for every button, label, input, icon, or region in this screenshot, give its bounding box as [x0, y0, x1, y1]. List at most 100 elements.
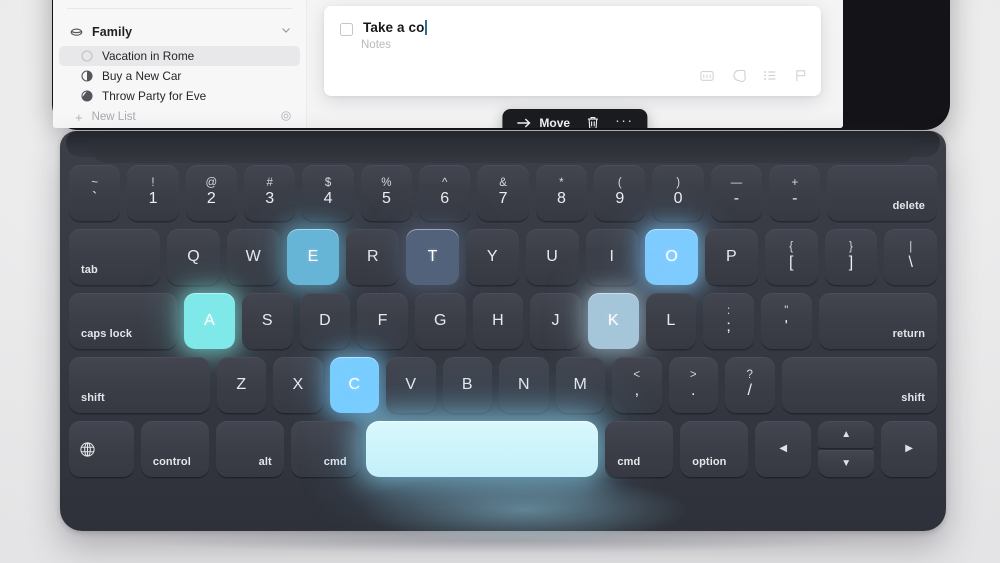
new-list-button[interactable]: + New List	[53, 106, 306, 128]
move-button-label: Move	[539, 115, 571, 129]
key-return[interactable]: return	[818, 293, 938, 349]
key-shift-right[interactable]: shift	[781, 357, 937, 413]
chevron-down-icon[interactable]	[280, 23, 292, 41]
key-tab[interactable]: tab	[69, 229, 161, 285]
key-semicolon[interactable]: :;	[703, 293, 754, 349]
key-Y[interactable]: Y	[465, 229, 519, 285]
key-slash[interactable]: ? /	[725, 357, 775, 413]
note-card[interactable]: Take a co Notes	[324, 6, 821, 96]
key-period[interactable]: >.	[668, 357, 719, 413]
key-T[interactable]: T	[406, 229, 459, 285]
sidebar-item-throw-party-for-eve[interactable]: Throw Party for Eve	[59, 86, 300, 106]
ellipsis-icon[interactable]: ···	[615, 113, 634, 128]
key-L[interactable]: L	[645, 293, 697, 349]
key-6[interactable]: ^ 6	[419, 165, 471, 221]
key-0[interactable]: ) 0	[652, 165, 704, 221]
key-S[interactable]: S	[241, 293, 293, 349]
key-shift-left[interactable]: shift	[69, 357, 210, 413]
key-I[interactable]: I	[585, 229, 639, 285]
note-title-input[interactable]: Take a co	[363, 20, 427, 35]
key-D[interactable]: D	[299, 293, 351, 349]
sidebar-group-family[interactable]: Family	[53, 18, 306, 46]
key-F[interactable]: F	[357, 293, 408, 349]
key-space[interactable]	[365, 421, 599, 477]
key-P[interactable]: P	[705, 229, 758, 285]
key-Q[interactable]: Q	[167, 229, 220, 285]
arrow-right-icon	[516, 117, 531, 129]
key-5[interactable]: % 5	[360, 165, 413, 221]
key-N[interactable]: N	[499, 357, 549, 413]
gear-icon[interactable]	[280, 110, 292, 125]
key-delete[interactable]: delete	[827, 165, 938, 221]
key-O[interactable]: O	[645, 229, 699, 285]
key-minus[interactable]: — -	[710, 165, 763, 221]
progress-ring-empty-icon	[81, 50, 93, 62]
key-1[interactable]: ! 1	[127, 165, 179, 221]
key-W[interactable]: W	[226, 229, 280, 285]
key-equal[interactable]: + -	[769, 165, 821, 221]
key-cmd-left[interactable]: cmd	[290, 421, 359, 477]
note-checkbox[interactable]	[340, 23, 353, 36]
key-alt[interactable]: alt	[215, 421, 284, 477]
key-bottom-label: 5	[381, 189, 391, 207]
key-arrow-up[interactable]: ▲	[818, 421, 875, 448]
key-caps-lock[interactable]: caps lock	[69, 293, 178, 349]
key-bottom-label: -	[733, 189, 740, 207]
key-X[interactable]: X	[273, 357, 323, 413]
key-8[interactable]: * 8	[535, 165, 588, 221]
key-Z[interactable]: Z	[216, 357, 267, 413]
key-G[interactable]: G	[414, 293, 466, 349]
key-globe[interactable]	[69, 421, 134, 477]
key-top-label: *	[559, 177, 564, 190]
key-label: Y	[486, 248, 498, 265]
key-cmd-right[interactable]: cmd	[605, 421, 674, 477]
key-4[interactable]: $4	[302, 165, 354, 221]
trash-icon[interactable]	[586, 116, 599, 128]
key-J[interactable]: J	[530, 293, 581, 349]
key-label: E	[307, 248, 319, 265]
key-backtick[interactable]: ~ `	[69, 165, 121, 221]
key-E[interactable]: E	[286, 229, 340, 285]
key-R[interactable]: R	[346, 229, 400, 285]
key-quote[interactable]: " '	[760, 293, 812, 349]
key-bottom-label: 7	[498, 189, 508, 207]
key-bracket-left[interactable]: {[	[764, 229, 818, 285]
calendar-icon[interactable]	[700, 69, 714, 87]
sidebar-item-vacation-in-rome[interactable]: Vacation in Rome	[59, 46, 300, 66]
key-H[interactable]: H	[472, 293, 524, 349]
key-top-label: +	[791, 177, 799, 190]
key-top-label: ^	[442, 177, 448, 190]
key-U[interactable]: U	[525, 229, 579, 285]
tag-icon[interactable]	[731, 69, 746, 87]
key-B[interactable]: B	[442, 357, 493, 413]
key-A[interactable]: A	[184, 293, 235, 349]
key-label: T	[427, 248, 438, 265]
key-2[interactable]: @2	[185, 165, 238, 221]
key-9[interactable]: (9	[594, 165, 646, 221]
new-list-label: New List	[91, 111, 136, 123]
key-V[interactable]: V	[386, 357, 436, 413]
key-comma[interactable]: <,	[612, 357, 662, 413]
key-control[interactable]: control	[140, 421, 209, 477]
key-option[interactable]: option	[680, 421, 749, 477]
key-arrow-left[interactable]: ◀	[755, 421, 812, 477]
key-backslash[interactable]: | \	[884, 229, 938, 285]
key-7[interactable]: & 7	[477, 165, 529, 221]
key-arrow-right[interactable]: ▶	[881, 421, 938, 477]
key-C[interactable]: C	[329, 357, 380, 413]
shift-row: shift Z X C V B N M <, >.? / shift	[60, 357, 946, 413]
key-bottom-label: .	[691, 381, 696, 399]
key-3[interactable]: #3	[244, 165, 296, 221]
key-M[interactable]: M	[555, 357, 606, 413]
key-K[interactable]: K	[587, 293, 639, 349]
key-top-label: >	[689, 369, 697, 382]
key-label: return	[892, 328, 926, 340]
move-button[interactable]: Move	[516, 115, 571, 129]
flag-icon[interactable]	[794, 69, 807, 87]
list-icon[interactable]	[763, 69, 777, 87]
key-arrow-down[interactable]: ▼	[818, 450, 875, 477]
note-notes-placeholder[interactable]: Notes	[324, 36, 821, 51]
key-bracket-right[interactable]: }]	[824, 229, 878, 285]
number-row: ~ `! 1 @2 #3 $4% 5 ^ 6 & 7 * 8(9) 0— - + - delete	[60, 165, 946, 221]
sidebar-item-buy-a-new-car[interactable]: Buy a New Car	[59, 66, 300, 86]
